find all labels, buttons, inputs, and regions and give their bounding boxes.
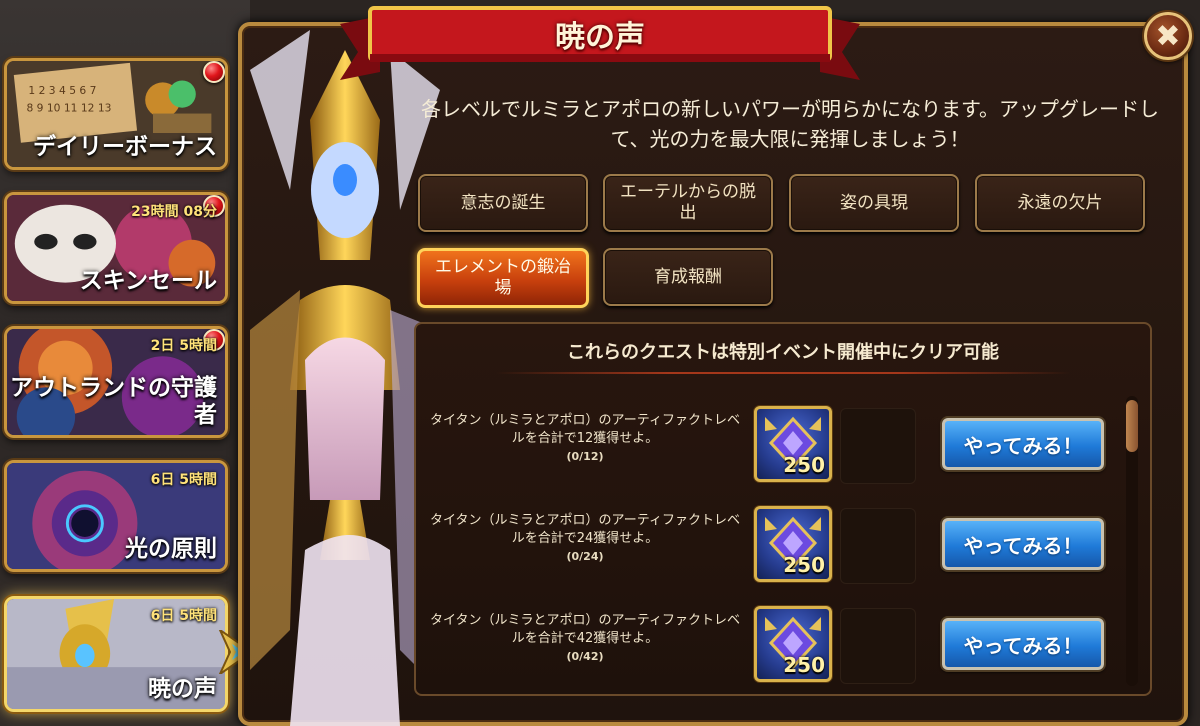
tab-will-birth[interactable]: 意志の誕生 [418,174,588,232]
close-button[interactable]: ✖ [1144,12,1192,60]
quest-row: タイタン（ルミラとアポロ）のアーティファクトレベルを合計で42獲得せよ。 (0/… [416,598,1122,694]
empty-reward-slot [840,408,916,484]
tab-escape-ether[interactable]: エーテルからの脱出 [603,174,773,232]
reward-item[interactable]: 250 [754,606,832,682]
notification-badge [203,61,225,83]
empty-reward-slot [840,508,916,584]
quest-text: タイタン（ルミラとアポロ）のアーティファクトレベルを合計で24獲得せよ。 [430,513,740,546]
sidebar-item-skin-sale[interactable]: 23時間 08分 スキンセール [4,192,228,304]
event-timer: 6日 5時間 [150,608,217,624]
quest-text: タイタン（ルミラとアポロ）のアーティファクトレベルを合計で12獲得せよ。 [430,413,740,446]
svg-text:8 9 10 11 12 13: 8 9 10 11 12 13 [26,102,111,115]
event-timer: 23時間 08分 [131,204,217,220]
quest-text: タイタン（ルミラとアポロ）のアーティファクトレベルを合計で42獲得せよ。 [430,613,740,646]
try-button[interactable]: やってみる！ [942,518,1104,570]
quest-description: タイタン（ルミラとアポロ）のアーティファクトレベルを合計で12獲得せよ。 (0/… [426,412,744,466]
sidebar-item-daily-bonus[interactable]: 1 2 3 4 5 6 7 8 9 10 11 12 13 デイリーボーナス [4,58,228,170]
empty-reward-slot [840,608,916,684]
quest-progress: (0/42) [566,650,604,663]
svg-text:1 2 3 4 5 6 7: 1 2 3 4 5 6 7 [28,84,96,97]
sidebar-item-outland-guardian[interactable]: 2日 5時間 アウトランドの守護者 [4,326,228,438]
quest-progress: (0/12) [566,450,604,463]
quest-list-header: これらのクエストは特別イベント開催中にクリア可能 [567,342,999,363]
sidebar-item-light-principle[interactable]: 6日 5時間 光の原則 [4,460,228,572]
try-button[interactable]: やってみる！ [942,618,1104,670]
quest-progress: (0/24) [566,550,604,563]
sidebar-item-label: スキンセール [79,268,217,294]
try-button[interactable]: やってみる！ [942,418,1104,470]
page-title: 暁の声 [555,20,645,55]
sidebar-item-label: 光の原則 [125,536,217,562]
quest-description: タイタン（ルミラとアポロ）のアーティファクトレベルを合計で42獲得せよ。 (0/… [426,612,744,666]
sidebar-item-dawn-voice[interactable]: 6日 5時間 暁の声 [4,596,228,712]
scrollbar-thumb[interactable] [1126,400,1138,452]
quest-list: これらのクエストは特別イベント開催中にクリア可能 タイタン（ルミラとアポロ）のア… [414,322,1152,696]
quest-row: タイタン（ルミラとアポロ）のアーティファクトレベルを合計で24獲得せよ。 (0/… [416,498,1122,598]
event-timer: 6日 5時間 [150,472,217,488]
tab-form-manifest[interactable]: 姿の具現 [789,174,959,232]
title-ribbon: 暁の声 [340,2,860,86]
quest-row: タイタン（ルミラとアポロ）のアーティファクトレベルを合計で12獲得せよ。 (0/… [416,398,1122,498]
reward-amount: 250 [783,453,825,477]
reward-amount: 250 [783,553,825,577]
scrollbar[interactable] [1126,396,1138,686]
event-timer: 2日 5時間 [150,338,217,354]
reward-item[interactable]: 250 [754,506,832,582]
header-divider [496,372,1070,374]
quest-description: タイタン（ルミラとアポロ）のアーティファクトレベルを合計で24獲得せよ。 (0/… [426,512,744,566]
tab-growth-reward[interactable]: 育成報酬 [603,248,773,306]
sidebar-item-label: 暁の声 [148,676,217,702]
tab-eternal-shard[interactable]: 永遠の欠片 [975,174,1145,232]
tab-element-forge[interactable]: エレメントの鍛冶場 [417,248,589,308]
close-icon: ✖ [1155,18,1181,54]
sidebar-item-label: デイリーボーナス [33,134,217,160]
reward-amount: 250 [783,653,825,677]
event-description: 各レベルでルミラとアポロの新しいパワーが明らかになります。アップグレードして、光… [421,97,1159,151]
sidebar-item-label: アウトランドの守護者 [10,375,217,428]
reward-item[interactable]: 250 [754,406,832,482]
